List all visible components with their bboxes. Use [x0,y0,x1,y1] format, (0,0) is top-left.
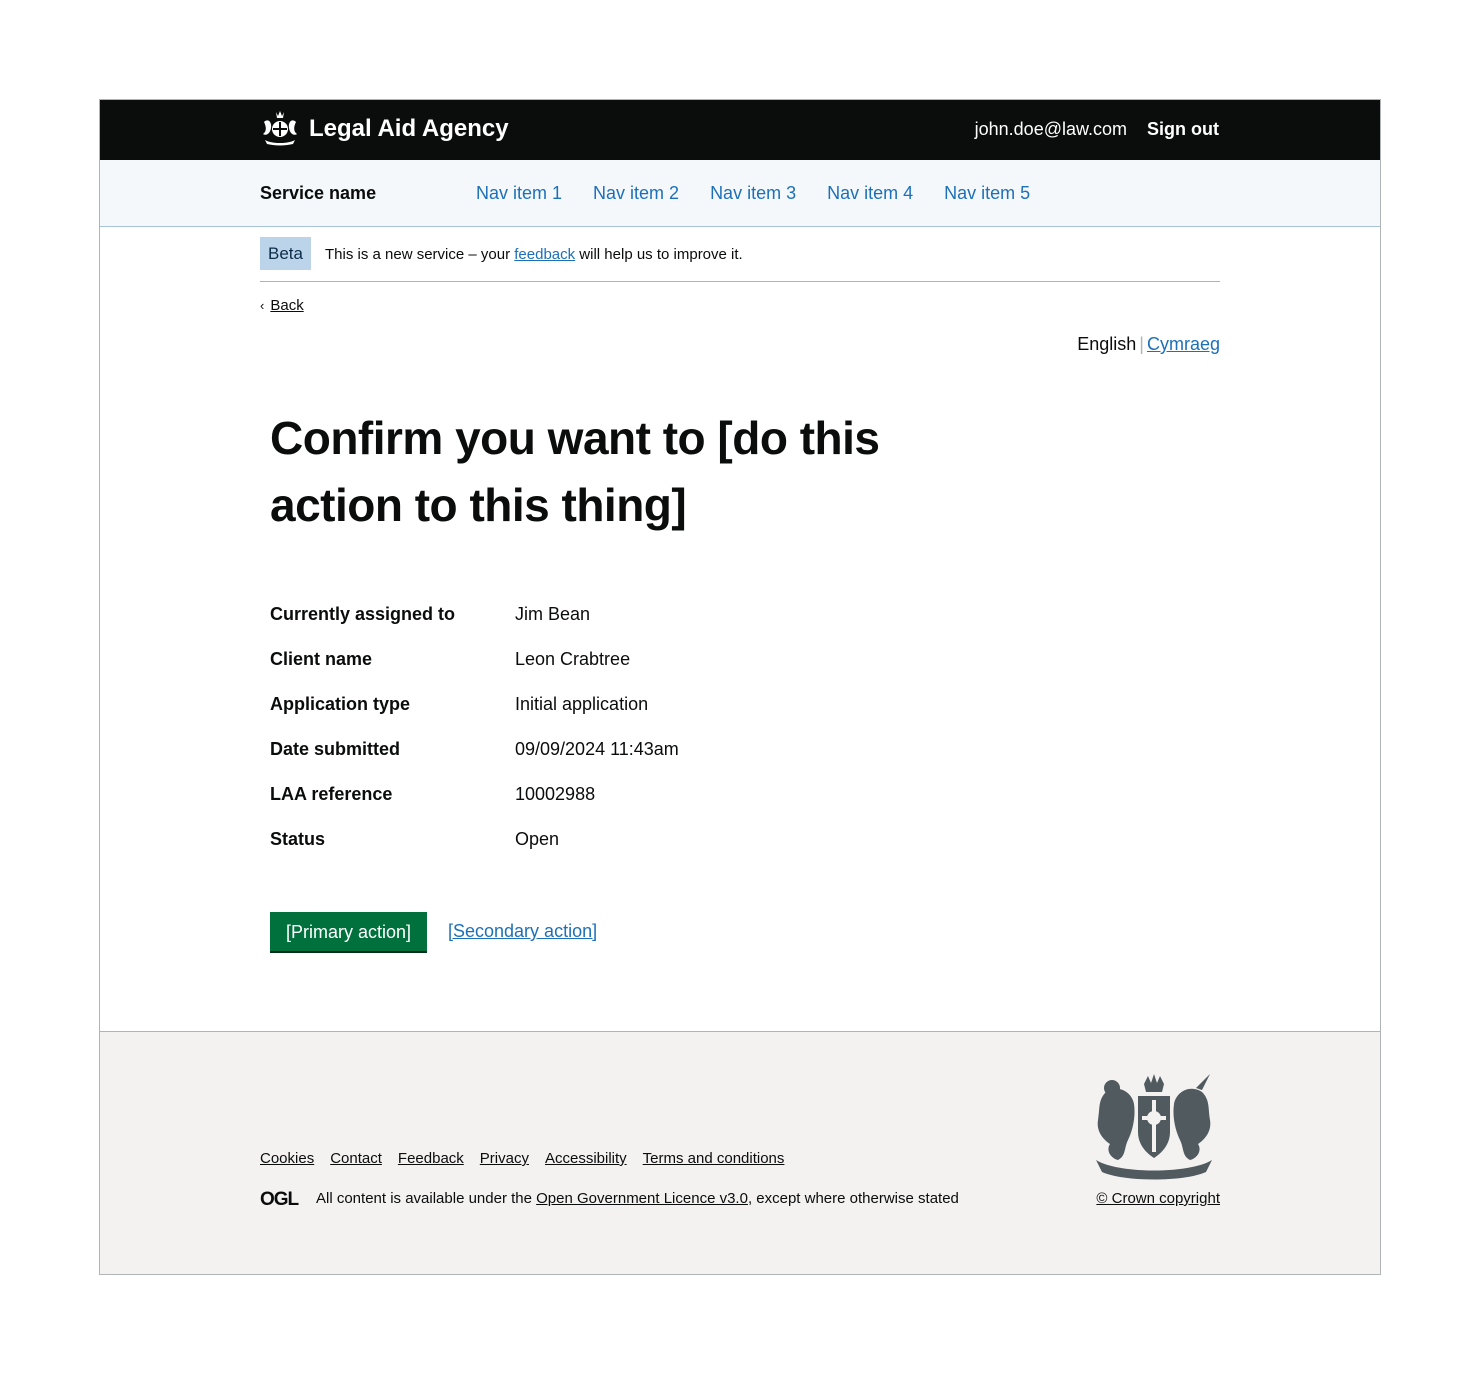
summary-value: 10002988 [515,784,596,804]
nav-list: Nav item 1 Nav item 2 Nav item 3 Nav ite… [476,181,1030,205]
nav-item-5[interactable]: Nav item 5 [944,181,1030,205]
summary-value: Jim Bean [515,604,591,624]
language-separator: | [1139,334,1144,354]
summary-list: Currently assigned to Jim Bean Client na… [270,600,970,870]
summary-row: Date submitted 09/09/2024 11:43am [270,735,970,780]
summary-row: Currently assigned to Jim Bean [270,600,970,645]
summary-key: Client name [270,649,373,669]
licence-suffix: , except where otherwise stated [747,1190,959,1207]
back-link[interactable]: ‹ Back [260,296,304,316]
phase-text-after: will help us to improve it. [575,246,743,263]
summary-value: 09/09/2024 11:43am [515,739,679,759]
summary-key: Application type [270,694,411,714]
nav-item-1[interactable]: Nav item 1 [476,181,562,205]
summary-row: Client name Leon Crabtree [270,645,970,690]
service-navigation: Service name Nav item 1 Nav item 2 Nav i… [100,160,1380,227]
sign-out-link[interactable]: Sign out [1147,117,1219,141]
service-name: Service name [260,183,377,203]
summary-value: Leon Crabtree [515,649,631,669]
footer-link-terms[interactable]: Terms and conditions [643,1149,785,1169]
page-title: Confirm you want to [do this action to t… [270,412,880,531]
user-email: john.doe@law.com [974,119,1127,139]
language-switcher: English | Cymraeg [1077,332,1220,356]
chevron-left-icon: ‹ [260,298,265,313]
ogl-logo-text: OGL [260,1190,300,1207]
footer-link-contact[interactable]: Contact [330,1149,382,1169]
footer-link-feedback[interactable]: Feedback [398,1149,464,1169]
summary-key: LAA reference [270,784,393,804]
primary-action-button[interactable]: [Primary action] [270,912,427,951]
summary-key: Status [270,829,326,849]
summary-row: LAA reference 10002988 [270,780,970,825]
licence-text: All content is available under the Open … [316,1189,959,1209]
crown-copyright-link[interactable]: © Crown copyright [1096,1189,1220,1209]
open-government-licence-link[interactable]: Open Government Licence v3.0 [536,1190,748,1207]
secondary-action-link[interactable]: [Secondary action] [448,919,597,943]
agency-name: Legal Aid Agency [309,115,509,142]
royal-coat-of-arms-icon [1096,1074,1212,1180]
language-cymraeg-link[interactable]: Cymraeg [1147,334,1220,354]
summary-value: Initial application [515,694,649,714]
footer-link-accessibility[interactable]: Accessibility [545,1149,627,1169]
royal-crest-icon [263,111,297,146]
nav-item-3[interactable]: Nav item 3 [710,181,796,205]
phase-text-before: This is a new service – your [325,246,515,263]
summary-row: Application type Initial application [270,690,970,735]
header: Legal Aid Agency john.doe@law.com Sign o… [100,100,1380,160]
nav-item-2[interactable]: Nav item 2 [593,181,679,205]
footer: Cookies Contact Feedback Privacy Accessi… [100,1031,1380,1274]
summary-row: Status Open [270,825,970,870]
summary-key: Date submitted [270,739,401,759]
summary-key: Currently assigned to [270,604,456,624]
feedback-link[interactable]: feedback [514,246,575,263]
footer-links: Cookies Contact Feedback Privacy Accessi… [260,1149,784,1169]
footer-link-privacy[interactable]: Privacy [480,1149,529,1169]
nav-item-4[interactable]: Nav item 4 [827,181,913,205]
page-frame: Legal Aid Agency john.doe@law.com Sign o… [99,99,1381,1275]
phase-banner-text: This is a new service – your feedback wi… [325,245,743,265]
back-link-label: Back [270,297,304,314]
beta-tag: Beta [260,237,311,270]
language-current: English [1077,334,1137,354]
licence-prefix: All content is available under the [316,1190,537,1207]
summary-value: Open [515,829,560,849]
ogl-logo-icon: OGL [260,1190,301,1207]
footer-link-cookies[interactable]: Cookies [260,1149,314,1169]
phase-banner: Beta This is a new service – your feedba… [260,237,1220,282]
